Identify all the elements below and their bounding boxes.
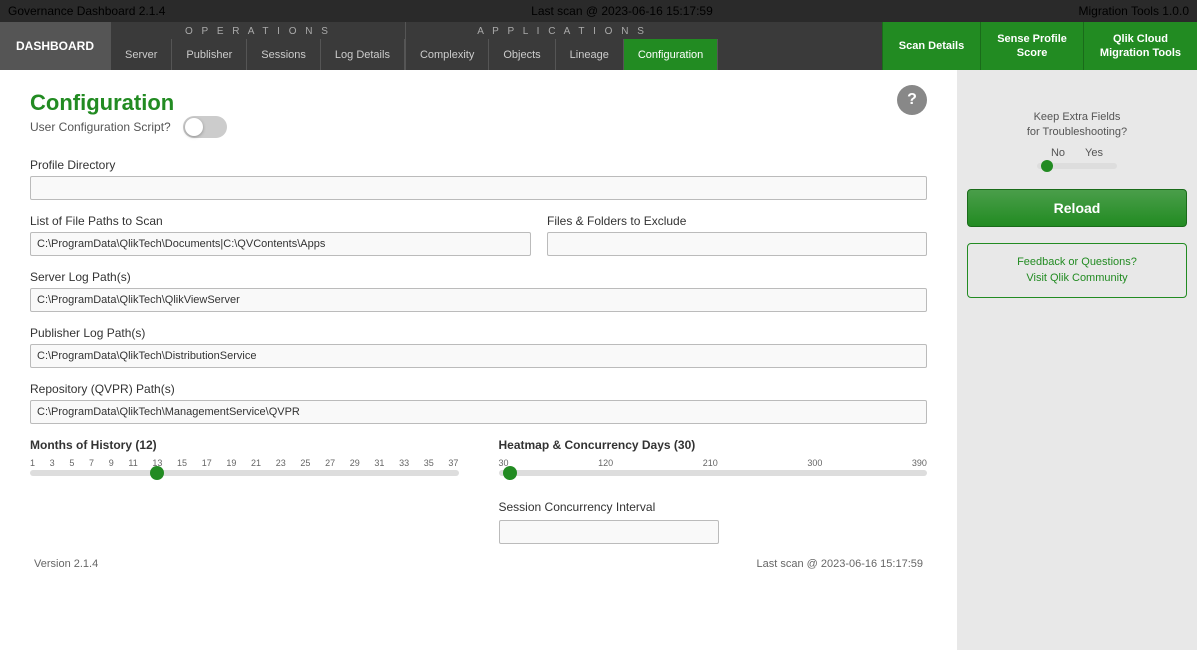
sense-profile-button[interactable]: Sense ProfileScore (980, 22, 1083, 70)
right-buttons: Scan Details Sense ProfileScore Qlik Clo… (882, 22, 1197, 70)
heatmap-slider-track (499, 470, 928, 476)
exclude-paths-input[interactable] (547, 232, 927, 256)
files-folders-label: Files & Folders to Exclude (547, 214, 927, 228)
user-config-toggle[interactable] (183, 116, 227, 138)
user-config-label: User Configuration Script? (30, 120, 171, 134)
migration-tools-title: Migration Tools 1.0.0 (1078, 4, 1189, 18)
repository-label: Repository (QVPR) Path(s) (30, 382, 927, 396)
no-yes-row: No Yes (967, 147, 1187, 159)
applications-title: A P P L I C A T I O N S (406, 22, 718, 39)
tab-server[interactable]: Server (111, 39, 172, 70)
tab-complexity[interactable]: Complexity (406, 39, 489, 70)
tab-lineage[interactable]: Lineage (556, 39, 624, 70)
page-title: Configuration (30, 90, 174, 115)
keep-extra-slider-track (1037, 163, 1117, 169)
server-log-label: Server Log Path(s) (30, 270, 927, 284)
dashboard-button[interactable]: DASHBOARD (0, 22, 110, 70)
months-history-title: Months of History (12) (30, 438, 459, 452)
top-bar: Governance Dashboard 2.1.4 Last scan @ 2… (0, 0, 1197, 22)
tab-log-details[interactable]: Log Details (321, 39, 405, 70)
keep-extra-box: Keep Extra Fieldsfor Troubleshooting? No… (967, 110, 1187, 179)
tab-publisher[interactable]: Publisher (172, 39, 247, 70)
operations-section: O P E R A T I O N S Server Publisher Ses… (110, 22, 405, 70)
tab-sessions[interactable]: Sessions (247, 39, 321, 70)
version-label: Version 2.1.4 (34, 558, 98, 570)
feedback-line1: Feedback or Questions? (1017, 256, 1137, 268)
months-slider-thumb[interactable] (150, 466, 164, 480)
profile-directory-label: Profile Directory (30, 158, 927, 172)
help-icon[interactable]: ? (897, 85, 927, 115)
tab-configuration[interactable]: Configuration (624, 39, 718, 70)
profile-directory-input[interactable] (30, 176, 927, 200)
qlik-cloud-button[interactable]: Qlik CloudMigration Tools (1083, 22, 1197, 70)
publisher-log-input[interactable] (30, 344, 927, 368)
profile-directory-row: Profile Directory (30, 158, 927, 200)
scan-paths-input[interactable] (30, 232, 531, 256)
list-paths-label: List of File Paths to Scan (30, 214, 531, 228)
toggle-knob (185, 118, 203, 136)
heatmap-group: Heatmap & Concurrency Days (30) 30120210… (499, 438, 928, 480)
feedback-line2: Visit Qlik Community (1026, 272, 1127, 284)
last-scan-label: Last scan @ 2023-06-16 15:17:59 (756, 558, 923, 570)
repository-row: Repository (QVPR) Path(s) (30, 382, 927, 424)
publisher-log-row: Publisher Log Path(s) (30, 326, 927, 368)
user-config-row: User Configuration Script? (30, 116, 927, 138)
applications-section: A P P L I C A T I O N S Complexity Objec… (405, 22, 718, 70)
months-history-group: Months of History (12) 135 7911 131517 1… (30, 438, 459, 544)
session-concurrency-input[interactable] (499, 520, 719, 544)
app-title: Governance Dashboard 2.1.4 (8, 4, 165, 18)
keep-extra-slider-thumb[interactable] (1041, 160, 1053, 172)
session-concurrency-title: Session Concurrency Interval (499, 500, 928, 514)
months-ticks: 135 7911 131517 192123 252729 313335 37 (30, 458, 459, 468)
path-inputs-row (30, 232, 927, 256)
path-labels-row: List of File Paths to Scan Files & Folde… (30, 214, 927, 228)
content-area: Configuration ? User Configuration Scrip… (0, 70, 957, 650)
feedback-button[interactable]: Feedback or Questions? Visit Qlik Commun… (967, 243, 1187, 298)
heatmap-slider-thumb[interactable] (503, 466, 517, 480)
operations-title: O P E R A T I O N S (111, 22, 405, 39)
no-label: No (1051, 147, 1065, 159)
heatmap-ticks: 30120210 300390 (499, 458, 928, 468)
months-slider-track (30, 470, 459, 476)
yes-label: Yes (1085, 147, 1103, 159)
right-sliders: Heatmap & Concurrency Days (30) 30120210… (499, 438, 928, 544)
operations-tabs: Server Publisher Sessions Log Details (111, 39, 405, 70)
server-log-input[interactable] (30, 288, 927, 312)
applications-tabs: Complexity Objects Lineage Configuration (406, 39, 718, 70)
publisher-log-label: Publisher Log Path(s) (30, 326, 927, 340)
keep-extra-title: Keep Extra Fieldsfor Troubleshooting? (967, 110, 1187, 141)
bottom-row: Months of History (12) 135 7911 131517 1… (30, 438, 927, 544)
tab-objects[interactable]: Objects (489, 39, 555, 70)
repository-input[interactable] (30, 400, 927, 424)
session-concurrency-group: Session Concurrency Interval (499, 500, 928, 544)
server-log-row: Server Log Path(s) (30, 270, 927, 312)
nav-row: DASHBOARD O P E R A T I O N S Server Pub… (0, 22, 1197, 70)
last-scan-topbar: Last scan @ 2023-06-16 15:17:59 (531, 4, 713, 18)
reload-button[interactable]: Reload (967, 189, 1187, 227)
right-panel: Keep Extra Fieldsfor Troubleshooting? No… (957, 70, 1197, 650)
scan-details-button[interactable]: Scan Details (882, 22, 980, 70)
bottom-info: Version 2.1.4 Last scan @ 2023-06-16 15:… (30, 558, 927, 570)
heatmap-title: Heatmap & Concurrency Days (30) (499, 438, 928, 452)
main-content: Configuration ? User Configuration Scrip… (0, 70, 1197, 650)
